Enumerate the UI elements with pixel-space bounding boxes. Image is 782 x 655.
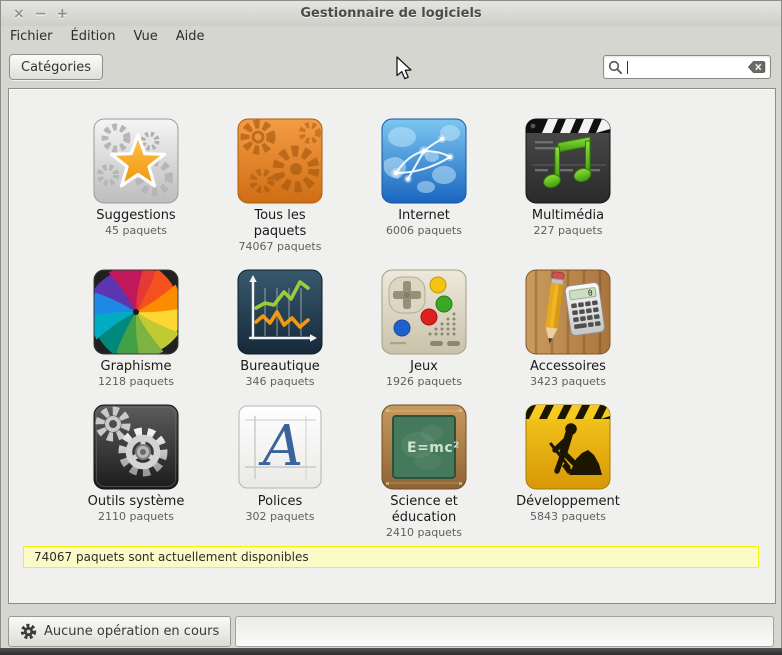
category-accessoires[interactable]: 0 Accessoires 3423 paquets: [496, 268, 640, 389]
category-label: Jeux: [410, 359, 438, 375]
status-box: Aucune opération en cours: [8, 616, 231, 647]
maximize-icon[interactable]: +: [56, 7, 68, 21]
category-count: 74067 paquets: [239, 240, 322, 254]
search-input[interactable]: [628, 59, 747, 75]
category-grid: Suggestions 45 paquets Tous les paquets: [64, 117, 640, 540]
category-count: 1218 paquets: [98, 375, 174, 389]
titlebar: × − + Gestionnaire de logiciels: [1, 1, 781, 26]
category-label: Bureautique: [240, 359, 320, 375]
suggestions-icon: [92, 117, 180, 205]
category-internet[interactable]: Internet 6006 paquets: [352, 117, 496, 254]
category-count: 2110 paquets: [98, 510, 174, 524]
category-bureautique[interactable]: Bureautique 346 paquets: [208, 268, 352, 389]
window-controls: × − +: [13, 7, 68, 21]
close-icon[interactable]: ×: [13, 7, 25, 21]
info-bar: 74067 paquets sont actuellement disponib…: [23, 546, 759, 568]
office-icon: [236, 268, 324, 356]
category-label: Accessoires: [530, 359, 606, 375]
category-suggestions[interactable]: Suggestions 45 paquets: [64, 117, 208, 254]
category-count: 45 paquets: [105, 224, 167, 238]
menu-fichier[interactable]: Fichier: [1, 27, 62, 46]
category-count: 1926 paquets: [386, 375, 462, 389]
category-label: Internet: [398, 208, 450, 224]
system-tools-icon: [92, 403, 180, 491]
internet-icon: [380, 117, 468, 205]
category-count: 227 paquets: [534, 224, 603, 238]
games-icon: [380, 268, 468, 356]
category-jeux[interactable]: Jeux 1926 paquets: [352, 268, 496, 389]
categories-button[interactable]: Catégories: [9, 54, 103, 80]
category-label: Graphisme: [101, 359, 172, 375]
category-developpement[interactable]: Développement 5843 paquets: [496, 403, 640, 540]
graphics-icon: [92, 268, 180, 356]
gear-icon: [20, 623, 37, 640]
clear-search-icon[interactable]: [747, 60, 766, 74]
category-outils-systeme[interactable]: Outils système 2110 paquets: [64, 403, 208, 540]
search-box[interactable]: [603, 55, 771, 79]
multimedia-icon: [524, 117, 612, 205]
menu-edition[interactable]: Édition: [62, 27, 125, 46]
progress-bar: [235, 616, 774, 647]
category-label: Développement: [516, 494, 620, 510]
status-bar: Aucune opération en cours: [8, 616, 774, 647]
category-science-education[interactable]: E=mc² Science et éducation 2410 paquets: [352, 403, 496, 540]
accessories-icon: 0: [524, 268, 612, 356]
category-count: 5843 paquets: [530, 510, 606, 524]
science-education-icon: E=mc²: [380, 403, 468, 491]
window-bottom-edge: [0, 648, 782, 655]
category-label: Science et éducation: [390, 494, 458, 526]
status-text: Aucune opération en cours: [44, 624, 219, 639]
minimize-icon[interactable]: −: [35, 7, 47, 21]
category-label: Multimédia: [532, 208, 604, 224]
category-label: Polices: [258, 494, 302, 510]
menubar: Fichier Édition Vue Aide: [1, 26, 214, 47]
menu-vue[interactable]: Vue: [124, 27, 166, 46]
search-icon: [608, 60, 623, 75]
all-packages-icon: [236, 117, 324, 205]
category-tous-les-paquets[interactable]: Tous les paquets 74067 paquets: [208, 117, 352, 254]
fonts-icon: A: [236, 403, 324, 491]
window-title: Gestionnaire de logiciels: [1, 6, 781, 21]
menu-aide[interactable]: Aide: [167, 27, 214, 46]
category-label: Outils système: [88, 494, 185, 510]
svg-text:E=mc²: E=mc²: [407, 440, 460, 456]
category-label: Tous les paquets: [254, 208, 307, 240]
category-multimedia[interactable]: Multimédia 227 paquets: [496, 117, 640, 254]
category-label: Suggestions: [96, 208, 175, 224]
category-polices[interactable]: A Polices 302 paquets: [208, 403, 352, 540]
svg-text:A: A: [258, 414, 303, 479]
category-count: 3423 paquets: [530, 375, 606, 389]
toolbar: Catégories: [1, 47, 781, 87]
category-count: 6006 paquets: [386, 224, 462, 238]
category-count: 346 paquets: [246, 375, 315, 389]
software-manager-window: × − + Gestionnaire de logiciels Fichier …: [0, 0, 782, 655]
categories-panel: Suggestions 45 paquets Tous les paquets: [8, 88, 776, 604]
category-count: 302 paquets: [246, 510, 315, 524]
development-icon: [524, 403, 612, 491]
category-count: 2410 paquets: [386, 526, 462, 540]
category-graphisme[interactable]: Graphisme 1218 paquets: [64, 268, 208, 389]
